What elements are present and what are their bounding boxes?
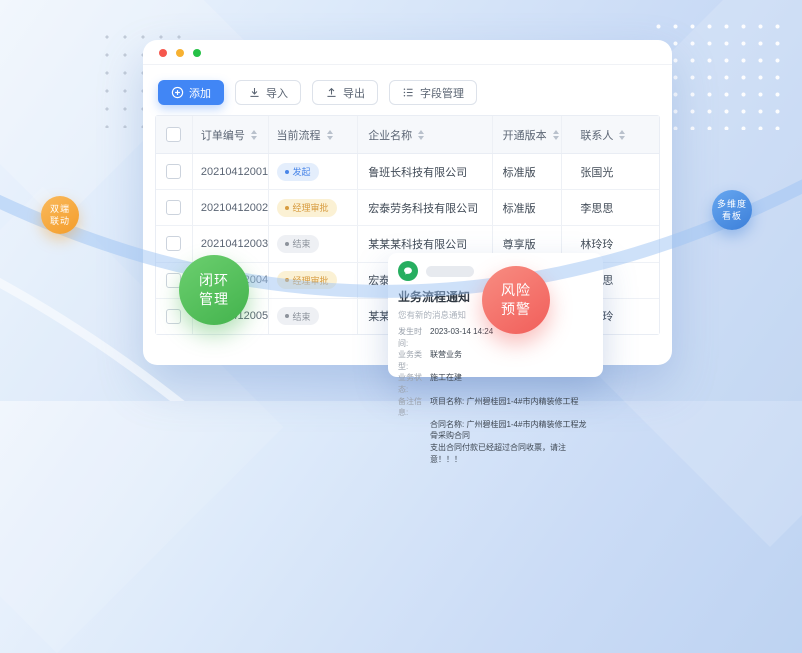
column-header-contact: 联系人	[562, 116, 659, 153]
column-header-order-no: 订单编号	[193, 116, 269, 153]
column-header-label: 订单编号	[201, 127, 245, 143]
bubble-label: 预警	[501, 300, 531, 319]
bubble-label: 多维度	[717, 198, 747, 210]
bubble-label: 管理	[199, 290, 229, 309]
notification-field-value: 项目名称: 广州碧桂园1-4#市内精装修工程	[430, 396, 578, 419]
column-header-label: 当前流程	[277, 127, 321, 143]
bubble-dual-linkage: 双端 联动	[41, 196, 79, 234]
import-button[interactable]: 导入	[235, 80, 301, 105]
add-button-label: 添加	[189, 85, 211, 101]
contact-cell: 李思思	[562, 190, 659, 225]
bubble-label: 双端	[50, 203, 70, 215]
background: { "window": { "toolbar": { "add_label": …	[0, 0, 802, 401]
row-checkbox[interactable]	[166, 236, 181, 251]
column-header-label: 企业名称	[368, 127, 412, 143]
table-header-row: 订单编号 当前流程 企业名称 开通版本 联系人	[156, 116, 659, 154]
row-checkbox[interactable]	[166, 164, 181, 179]
download-icon	[248, 86, 261, 99]
field-manage-button[interactable]: 字段管理	[389, 80, 477, 105]
bubble-label: 看板	[722, 210, 742, 222]
sort-icon[interactable]	[553, 130, 559, 140]
column-header-version: 开通版本	[493, 116, 563, 153]
version-cell: 标准版	[493, 190, 563, 225]
contact-cell: 张国光	[562, 154, 659, 189]
table-row: 20210412002 经理审批 宏泰劳务科技有限公司 标准版 李思思	[156, 190, 659, 226]
notification-field-label: 发生时间:	[398, 326, 430, 349]
traffic-light-red-icon	[159, 49, 167, 57]
traffic-light-yellow-icon	[176, 49, 184, 57]
plus-circle-icon	[171, 86, 184, 99]
select-all-checkbox[interactable]	[166, 127, 181, 142]
bubble-label: 联动	[50, 215, 70, 227]
toolbar: 添加 导入 导出 字段管理	[158, 80, 477, 105]
notification-field-label	[398, 419, 430, 442]
sort-icon[interactable]	[251, 130, 257, 140]
notification-field-label: 备注信息:	[398, 396, 430, 419]
column-header-flow: 当前流程	[269, 116, 359, 153]
bubble-closed-loop: 闭环 管理	[179, 255, 249, 325]
notification-field-value: 联营业务	[430, 349, 462, 372]
notification-field-label: 业务状态:	[398, 372, 430, 395]
company-cell: 鲁班长科技有限公司	[358, 154, 492, 189]
export-button-label: 导出	[343, 85, 365, 101]
flow-status-badge: 经理审批	[277, 199, 337, 217]
company-cell: 宏泰劳务科技有限公司	[358, 190, 492, 225]
notification-field-value: 2023-03-14 14:24	[430, 326, 493, 349]
table-row: 20210412001 发起 鲁班长科技有限公司 标准版 张国光	[156, 154, 659, 190]
bubble-risk-alert: 风险 预警	[482, 266, 550, 334]
column-header-label: 开通版本	[503, 127, 547, 143]
notification-fields: 发生时间:2023-03-14 14:24 业务类型:联营业务 业务状态:施工在…	[398, 326, 593, 465]
notification-field-label: 业务类型:	[398, 349, 430, 372]
add-button[interactable]: 添加	[158, 80, 224, 105]
notification-field-value: 施工在建	[430, 372, 462, 395]
list-settings-icon	[402, 86, 415, 99]
row-checkbox[interactable]	[166, 309, 181, 324]
flow-status-badge: 经理审批	[277, 271, 337, 289]
order-no-cell: 20210412002	[193, 190, 269, 225]
upload-icon	[325, 86, 338, 99]
order-no-cell: 20210412001	[193, 154, 269, 189]
column-header-label: 联系人	[580, 127, 613, 143]
row-checkbox[interactable]	[166, 200, 181, 215]
flow-status-badge: 结束	[277, 235, 319, 253]
bubble-label: 闭环	[199, 271, 229, 290]
bubble-label: 风险	[501, 281, 531, 300]
traffic-light-green-icon	[193, 49, 201, 57]
export-button[interactable]: 导出	[312, 80, 378, 105]
notification-field-value: 支出合同付款已经超过合同收票，请注意！！！	[430, 442, 593, 465]
flow-status-badge: 结束	[277, 307, 319, 325]
notification-field-label	[398, 442, 430, 465]
bubble-multi-board: 多维度 看板	[712, 190, 752, 230]
notification-field-value: 合同名称: 广州碧桂园1-4#市内精装修工程龙骨采购合同	[430, 419, 593, 442]
window-divider	[143, 64, 672, 65]
sort-icon[interactable]	[418, 130, 424, 140]
sort-icon[interactable]	[619, 130, 625, 140]
chat-bubble-icon	[398, 261, 418, 281]
version-cell: 标准版	[493, 154, 563, 189]
sort-icon[interactable]	[327, 130, 333, 140]
flow-status-badge: 发起	[277, 163, 319, 181]
column-header-company: 企业名称	[358, 116, 492, 153]
notification-source-pill	[426, 266, 474, 277]
field-manage-button-label: 字段管理	[420, 85, 464, 101]
import-button-label: 导入	[266, 85, 288, 101]
